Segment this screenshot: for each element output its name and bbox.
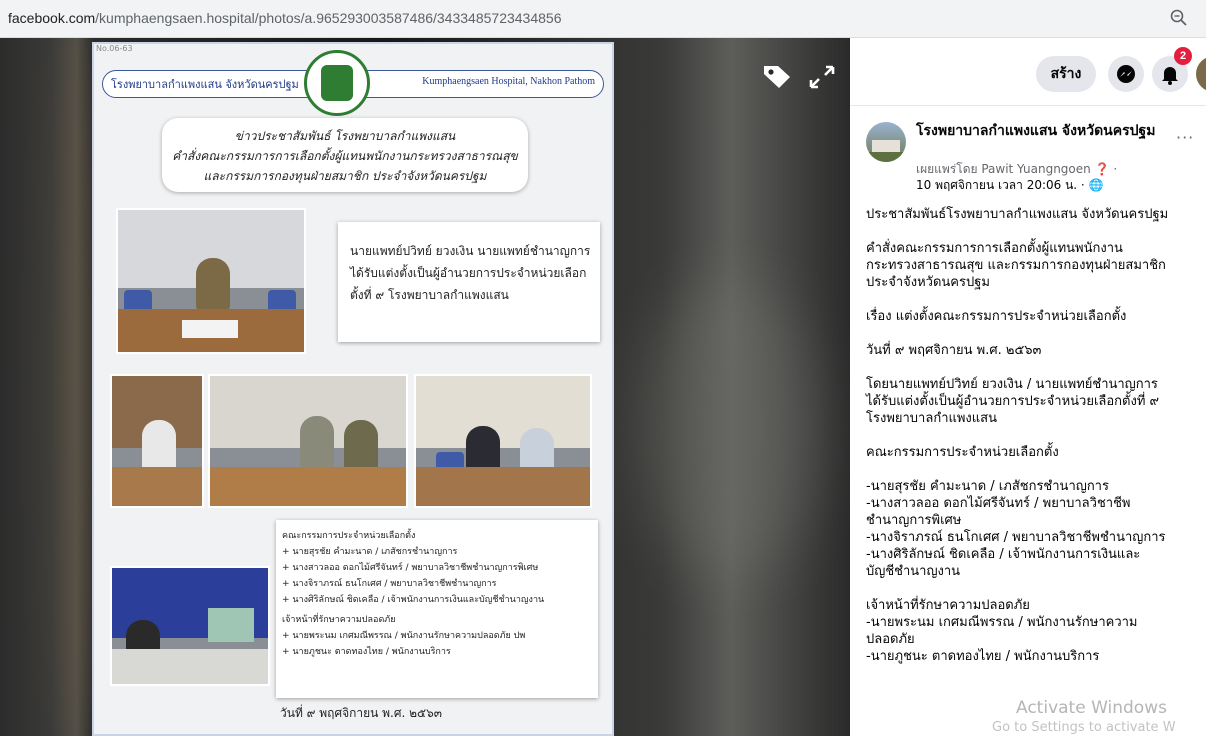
photo-director (116, 208, 306, 354)
committee-list-line: + นายพระนม เกศมณีพรรณ / พนักงานรักษาความ… (282, 631, 526, 641)
post-sidebar: โรงพยาบาลกำแพงแสน จังหวัดนครปฐม เผยแพร่โ… (850, 106, 1206, 736)
post-text-line: -นางจิราภรณ์ ธนโกเศศ / พยาบาลวิชาชีพชำนา… (866, 530, 1166, 545)
fullscreen-icon[interactable] (808, 64, 836, 90)
more-options-icon[interactable]: ··· (1176, 128, 1194, 147)
page-name-link[interactable]: โรงพยาบาลกำแพงแสน จังหวัดนครปฐม (916, 122, 1166, 140)
zoom-icon[interactable] (1168, 7, 1190, 29)
blur-background-right (640, 278, 820, 578)
photo-committee-1 (110, 374, 204, 508)
create-button[interactable]: สร้าง (1036, 56, 1096, 92)
messenger-icon (1117, 65, 1135, 83)
post-text-line: -นางสาวลออ ดอกไม้ศรีจันทร์ / พยาบาลวิชาช… (866, 496, 1131, 511)
globe-icon: 🌐 (1088, 178, 1104, 192)
post-text-line: ประชาสัมพันธ์โรงพยาบาลกำแพงแสน จังหวัดนค… (866, 207, 1169, 222)
post-meta: เผยแพร่โดย Pawit Yuangngoen ❓ · 10 พฤศจิ… (916, 162, 1118, 192)
director-caption-3: ตั้งที่ ๙ โรงพยาบาลกำแพงแสน (350, 288, 509, 302)
url-host: facebook.com (8, 10, 96, 26)
image-header-thai: โรงพยาบาลกำแพงแสน จังหวัดนครปฐม (111, 78, 299, 91)
url-path: /kumphaengsaen.hospital/photos/a.9652930… (95, 10, 562, 26)
photo-viewer[interactable]: No.06-63 โรงพยาบาลกำแพงแสน จังหวัดนครปฐม… (0, 38, 850, 736)
director-caption-2: ได้รับแต่งตั้งเป็นผู้อำนวยการประจำหน่วยเ… (350, 266, 587, 280)
post-text-line: คณะกรรมการประจำหน่วยเลือกตั้ง (866, 445, 1059, 460)
photo-committee-3 (414, 374, 592, 508)
announcement-image: No.06-63 โรงพยาบาลกำแพงแสน จังหวัดนครปฐม… (92, 42, 614, 736)
notification-count-badge: 2 (1174, 47, 1192, 65)
committee-list-line: + นายภูชนะ ตาดทองไทย / พนักงานบริการ (282, 647, 451, 657)
image-headline-box: ข่าวประชาสัมพันธ์ โรงพยาบาลกำแพงแสน คำสั… (162, 118, 528, 192)
post-text-line: โดยนายแพทย์ปวิทย์ ยวงเงิน / นายแพทย์ชำนา… (866, 377, 1158, 392)
committee-list-line: + นายสุรชัย คำมะนาด / เภสัชกรชำนาญการ (282, 547, 458, 557)
address-bar[interactable]: facebook.com/kumphaengsaen.hospital/phot… (0, 0, 1206, 38)
post-text-line: โรงพยาบาลกำแพงแสน (866, 411, 997, 426)
director-caption-card: นายแพทย์ปวิทย์ ยวงเงิน นายแพทย์ชำนาญการ … (338, 222, 600, 342)
post-text-line: ชำนาญการพิเศษ (866, 513, 962, 528)
director-caption-1: นายแพทย์ปวิทย์ ยวงเงิน นายแพทย์ชำนาญการ (350, 244, 591, 258)
committee-list-line: + นางสาวลออ ดอกไม้ศรีจันทร์ / พยาบาลวิชา… (282, 563, 539, 573)
activate-windows-subtext: Go to Settings to activate W (992, 720, 1176, 735)
post-text-line: -นายภูชนะ ตาดทองไทย / พนักงานบริการ (866, 649, 1100, 664)
post-text-line: -นายสุรชัย คำมะนาด / เภสัชกรชำนาญการ (866, 479, 1109, 494)
committee-list-line: เจ้าหน้าที่รักษาความปลอดภัย (282, 615, 396, 625)
post-text: ประชาสัมพันธ์โรงพยาบาลกำแพงแสน จังหวัดนค… (866, 206, 1206, 665)
post-text-line: วันที่ ๙ พฤศจิกายน พ.ศ. ๒๕๖๓ (866, 343, 1042, 358)
image-date: วันที่ ๙ พฤศจิกายน พ.ศ. ๒๕๖๓ (280, 706, 442, 720)
activate-windows-watermark: Activate Windows (1016, 698, 1167, 718)
page-avatar[interactable] (866, 122, 906, 162)
post-text-line: -นายพระนม เกศมณีพรรณ / พนักงานรักษาความ (866, 615, 1138, 630)
post-text-line: ประจำจังหวัดนครปฐม (866, 275, 990, 290)
post-text-line: คำสั่งคณะกรรมการการเลือกตั้งผู้แทนพนักงา… (866, 241, 1123, 256)
post-text-line: เจ้าหน้าที่รักษาความปลอดภัย (866, 598, 1030, 613)
url-text[interactable]: facebook.com/kumphaengsaen.hospital/phot… (8, 10, 561, 26)
facebook-top-bar: สร้าง 2 (850, 38, 1206, 106)
post-text-line: -นางศิริลักษณ์ ชิดเคลือ / เจ้าพนักงานการ… (866, 547, 1141, 562)
post-text-line: บัญชีชำนาญงาน (866, 564, 961, 579)
tag-icon[interactable] (760, 62, 794, 92)
post-timestamp[interactable]: 10 พฤศจิกายน เวลา 20:06 น. · (916, 178, 1085, 192)
post-text-line: กระทรวงสาธารณสุข และกรรมการกองทุนฝ่ายสมา… (866, 258, 1166, 273)
post-text-line: เรื่อง แต่งตั้งคณะกรรมการประจำหน่วยเลือก… (866, 309, 1127, 324)
ministry-seal-logo (304, 50, 370, 116)
post-text-line: ปลอดภัย (866, 632, 915, 647)
photo-committee-2 (208, 374, 408, 508)
messenger-button[interactable] (1108, 56, 1144, 92)
image-ref-number: No.06-63 (96, 44, 133, 53)
image-headline-2: คำสั่งคณะกรรมการการเลือกตั้งผู้แทนพนักงา… (172, 149, 518, 163)
committee-list-line: + นางจิราภรณ์ ธนโกเศศ / พยาบาลวิชาชีพชำน… (282, 579, 497, 589)
committee-list-card: คณะกรรมการประจำหน่วยเลือกตั้ง + นายสุรชั… (276, 520, 598, 698)
help-icon[interactable]: ❓ (1095, 162, 1110, 176)
published-by[interactable]: เผยแพร่โดย Pawit Yuangngoen (916, 162, 1091, 176)
profile-avatar[interactable] (1196, 56, 1206, 92)
committee-list-line: คณะกรรมการประจำหน่วยเลือกตั้ง (282, 531, 416, 541)
photo-security (110, 566, 270, 686)
post-text-line: ได้รับแต่งตั้งเป็นผู้อำนวยการประจำหน่วยเ… (866, 394, 1160, 409)
image-headline-1: ข่าวประชาสัมพันธ์ โรงพยาบาลกำแพงแสน (234, 129, 456, 143)
image-headline-3: และกรรมการกองทุนฝ่ายสมาชิก ประจำจังหวัดน… (203, 169, 487, 183)
image-header-english: Kumphaengsaen Hospital, Nakhon Pathom (422, 76, 595, 87)
committee-list-line: + นางศิริลักษณ์ ชิดเคลือ / เจ้าพนักงานกา… (282, 595, 545, 605)
